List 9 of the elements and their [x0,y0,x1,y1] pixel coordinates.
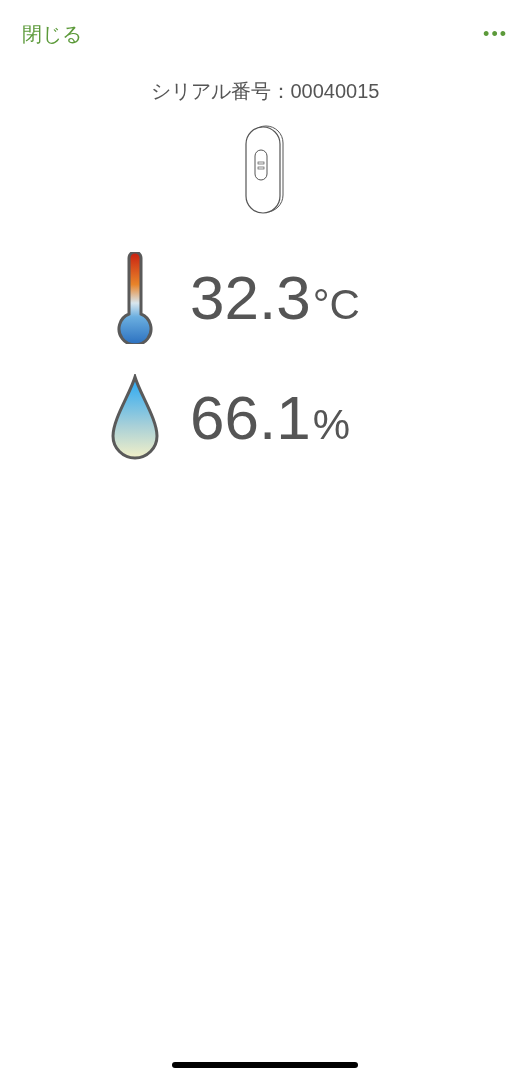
serial-number: シリアル番号：00040015 [150,79,380,104]
temperature-value: 32.3 [190,267,311,329]
more-button[interactable]: ••• [483,20,508,48]
unit-label: °C [312,284,360,326]
humidity-value: 66.1 [190,387,311,449]
water-drop-icon [110,374,160,462]
close-button[interactable]: 閉じる [22,19,82,49]
unit-label: % [312,404,351,446]
sensor-device-icon [245,124,285,214]
